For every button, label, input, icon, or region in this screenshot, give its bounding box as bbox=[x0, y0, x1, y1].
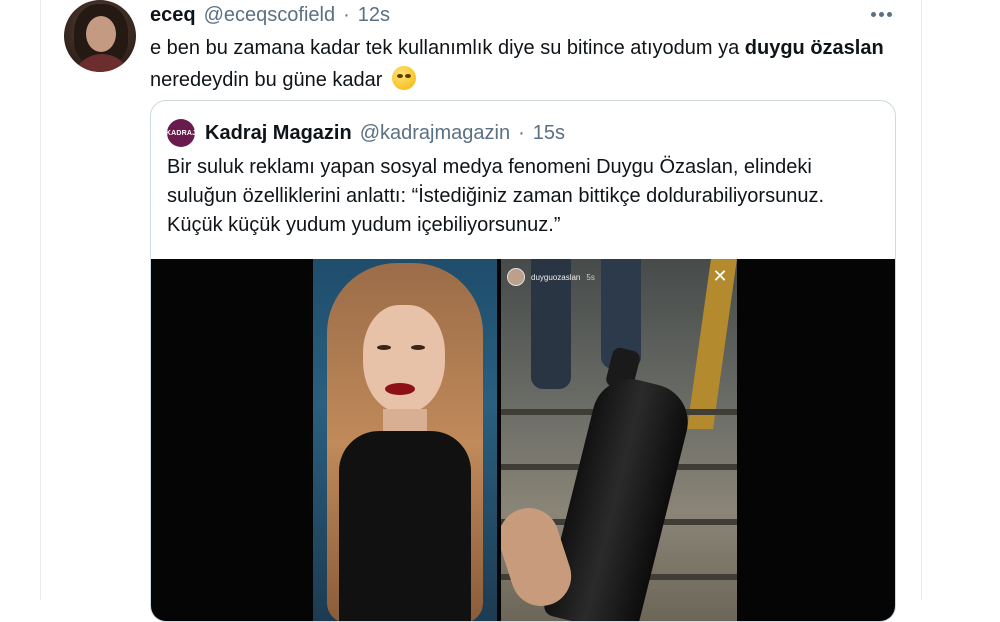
quoted-media[interactable]: duyguozaslan 5s ✕ bbox=[151, 259, 895, 621]
quoted-tweet-header: KADRAJ Kadraj Magazin @kadrajmagazin · 1… bbox=[166, 119, 565, 147]
more-options-icon[interactable] bbox=[868, 6, 894, 22]
story-avatar bbox=[507, 268, 525, 286]
close-icon: ✕ bbox=[712, 266, 728, 286]
user-avatar[interactable] bbox=[64, 0, 136, 72]
photo-black-top bbox=[339, 431, 471, 621]
story-time: 5s bbox=[586, 272, 595, 282]
tweet-text: e ben bu zamana kadar tek kullanımlık di… bbox=[150, 32, 890, 96]
user-handle[interactable]: @eceqscofield bbox=[204, 4, 335, 27]
separator-dot: · bbox=[518, 121, 525, 144]
more-dot bbox=[886, 11, 892, 17]
quoted-display-name[interactable]: Kadraj Magazin bbox=[205, 122, 352, 145]
quoted-tweet-card[interactable]: KADRAJ Kadraj Magazin @kadrajmagazin · 1… bbox=[150, 100, 896, 622]
tweet-timestamp[interactable]: 12s bbox=[358, 4, 390, 27]
more-dot bbox=[878, 11, 884, 17]
photo-eye bbox=[377, 345, 391, 350]
story-username: duyguozaslan bbox=[531, 272, 581, 282]
portrait-photo[interactable] bbox=[313, 259, 497, 621]
photo-lips bbox=[385, 383, 415, 395]
photo-face bbox=[363, 305, 445, 413]
quoted-tweet-text: Bir suluk reklamı yapan sosyal medya fen… bbox=[167, 156, 825, 236]
story-header: duyguozaslan 5s bbox=[507, 265, 731, 289]
avatar-face bbox=[86, 16, 116, 52]
quoted-avatar[interactable]: KADRAJ bbox=[166, 119, 196, 147]
quoted-timestamp[interactable]: 15s bbox=[533, 122, 565, 145]
tweet-text-bold: duygu özaslan bbox=[744, 37, 884, 59]
story-screenshot[interactable]: duyguozaslan 5s ✕ bbox=[501, 259, 737, 621]
more-dot bbox=[870, 11, 876, 17]
tweet-text-part: neredeydin bu güne kadar bbox=[150, 69, 383, 91]
photo-eye bbox=[411, 345, 425, 350]
tweet-text-part: e ben bu zamana kadar tek kullanımlık di… bbox=[150, 37, 745, 59]
quoted-handle[interactable]: @kadrajmagazin bbox=[360, 122, 510, 145]
tweet-header: eceq @eceqscofield · 12s bbox=[150, 2, 390, 28]
rolling-eyes-emoji-icon bbox=[391, 66, 416, 90]
display-name[interactable]: eceq bbox=[150, 4, 196, 27]
separator-dot: · bbox=[343, 3, 350, 26]
